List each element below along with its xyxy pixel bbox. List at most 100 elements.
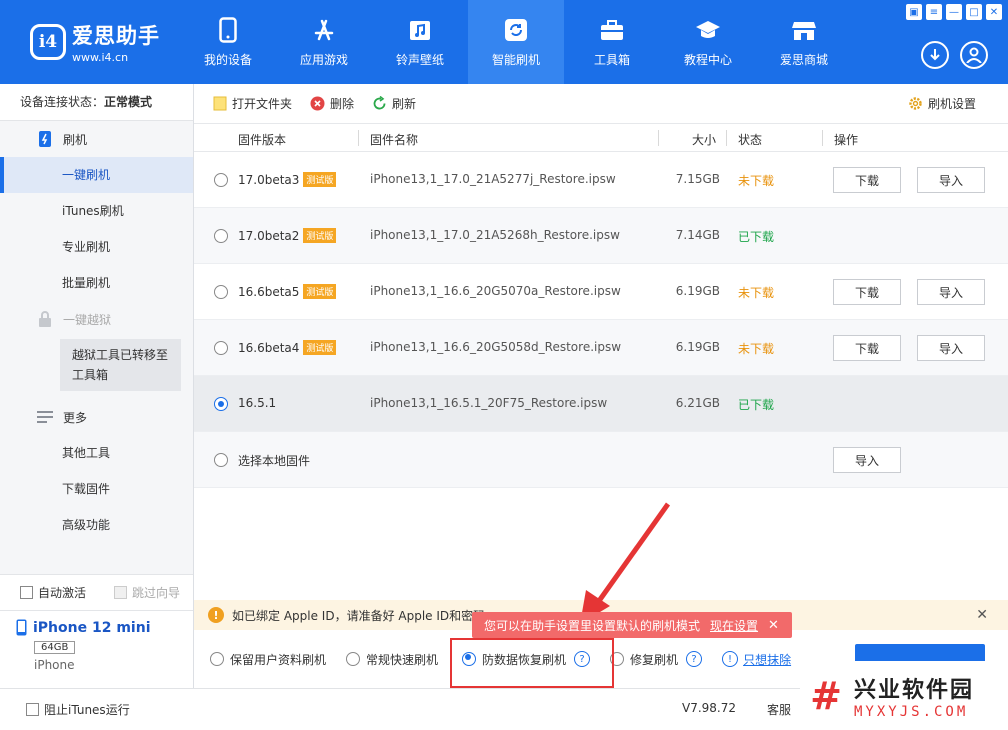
open-folder-button[interactable]: 打开文件夹	[212, 95, 292, 112]
table-row[interactable]: 16.6beta4 测试版 iPhone13,1_16.6_20G5058d_Re…	[194, 320, 1008, 376]
table-row[interactable]: 17.0beta2 测试版 iPhone13,1_17.0_21A5268h_Re…	[194, 208, 1008, 264]
device-card[interactable]: iPhone 12 mini 64GB iPhone	[0, 610, 193, 688]
sidebar-item-advanced[interactable]: 高级功能	[0, 507, 193, 543]
option-keep-data[interactable]: 保留用户资料刷机	[210, 651, 326, 668]
firmware-radio[interactable]	[214, 397, 228, 411]
flash-icon	[36, 130, 54, 148]
close-icon[interactable]: ✕	[768, 618, 779, 633]
skip-guide-label: 跳过向导	[132, 586, 181, 600]
block-itunes-checkbox[interactable]	[26, 703, 39, 716]
firmware-version: 17.0beta2	[238, 228, 300, 243]
firmware-status: 已下载	[738, 398, 775, 412]
option-label: 修复刷机	[630, 652, 679, 667]
firmware-size: 7.14GB	[675, 228, 720, 242]
sidebar-item-batch-flash[interactable]: 批量刷机	[0, 265, 193, 301]
customer-service-link[interactable]: 客服	[767, 701, 791, 718]
nav-smart-flash[interactable]: 智能刷机	[468, 0, 564, 84]
section-flash[interactable]: 刷机	[0, 121, 193, 157]
col-name: 固件名称	[370, 133, 419, 147]
nav-shop[interactable]: 爱思商城	[756, 0, 852, 84]
skin-icon[interactable]: ▣	[906, 4, 922, 20]
sidebar-item-other-tools[interactable]: 其他工具	[0, 435, 193, 471]
list-icon	[36, 408, 54, 426]
download-button[interactable]: 下载	[833, 335, 901, 361]
top-nav: 我的设备 应用游戏 铃声壁纸 智能刷机 工具箱 教程中心 爱思商城	[180, 0, 852, 84]
app-url: www.i4.cn	[72, 51, 129, 64]
delete-button[interactable]: 删除	[310, 95, 354, 112]
phone-icon	[215, 16, 241, 43]
table-row[interactable]: 16.6beta5 测试版 iPhone13,1_16.6_20G5070a_Re…	[194, 264, 1008, 320]
erase-only-link[interactable]: ! 只想抹除	[722, 651, 791, 668]
download-button[interactable]: 下载	[833, 279, 901, 305]
firmware-status: 未下载	[738, 342, 775, 356]
app-header: i4 爱思助手 www.i4.cn 我的设备 应用游戏 铃声壁纸 智能刷机 工具…	[0, 0, 1008, 84]
option-quick-flash[interactable]: 常规快速刷机	[346, 651, 438, 668]
firmware-radio[interactable]	[214, 229, 228, 243]
firmware-name: iPhone13,1_16.6_20G5070a_Restore.ipsw	[370, 284, 621, 298]
import-button[interactable]: 导入	[833, 447, 901, 473]
nav-tutorials[interactable]: 教程中心	[660, 0, 756, 84]
section-more[interactable]: 更多	[0, 399, 193, 435]
sidebar-item-pro-flash[interactable]: 专业刷机	[0, 229, 193, 265]
close-icon[interactable]: ✕	[986, 4, 1002, 20]
maximize-icon[interactable]: □	[966, 4, 982, 20]
import-button[interactable]: 导入	[917, 279, 985, 305]
app-name: 爱思助手	[72, 24, 160, 48]
firmware-radio[interactable]	[214, 173, 228, 187]
import-button[interactable]: 导入	[917, 335, 985, 361]
annotation-arrow	[580, 502, 671, 624]
sidebar-item-itunes-flash[interactable]: iTunes刷机	[0, 193, 193, 229]
table-row[interactable]: 16.5.1 iPhone13,1_16.5.1_20F75_Restore.i…	[194, 376, 1008, 432]
sidebar-item-one-click-flash[interactable]: 一键刷机	[0, 157, 193, 193]
beta-badge: 测试版	[303, 284, 337, 299]
beta-badge: 测试版	[303, 340, 337, 355]
sidebar-item-download-firmware[interactable]: 下载固件	[0, 471, 193, 507]
local-firmware-row[interactable]: 选择本地固件 导入	[194, 432, 1008, 488]
menu-icon[interactable]: ≡	[926, 4, 942, 20]
option-repair-flash[interactable]: 修复刷机 ?	[610, 651, 703, 668]
beta-badge: 测试版	[303, 172, 337, 187]
firmware-radio[interactable]	[214, 341, 228, 355]
nav-toolbox[interactable]: 工具箱	[564, 0, 660, 84]
table-row[interactable]: 17.0beta3 测试版 iPhone13,1_17.0_21A5277j_Re…	[194, 152, 1008, 208]
user-icon[interactable]	[960, 41, 988, 69]
nav-ringtones[interactable]: 铃声壁纸	[372, 0, 468, 84]
option-label: 常规快速刷机	[366, 652, 439, 667]
app-store-icon	[311, 17, 337, 43]
import-button[interactable]: 导入	[917, 167, 985, 193]
close-icon[interactable]: ✕	[976, 607, 988, 623]
firmware-radio[interactable]	[214, 285, 228, 299]
set-now-link[interactable]: 现在设置	[710, 617, 758, 634]
nav-label: 教程中心	[683, 52, 732, 67]
apple-id-notice-text: 如已绑定 Apple ID，请准备好 Apple ID和密码	[232, 608, 486, 623]
col-action: 操作	[834, 133, 859, 147]
refresh-icon	[372, 96, 387, 111]
firmware-status: 未下载	[738, 174, 775, 188]
section-jailbreak-label: 一键越狱	[63, 312, 112, 327]
watermark-url: MYXYJS.COM	[854, 703, 969, 720]
local-firmware-radio[interactable]	[214, 453, 228, 467]
section-more-label: 更多	[63, 410, 88, 425]
sidebar: 设备连接状态：正常模式 刷机 一键刷机 iTunes刷机 专业刷机 批量刷机 一…	[0, 84, 194, 688]
firmware-version: 16.6beta4	[238, 340, 300, 355]
info-icon: !	[722, 651, 739, 667]
nav-my-device[interactable]: 我的设备	[180, 0, 276, 84]
nav-apps[interactable]: 应用游戏	[276, 0, 372, 84]
app-version: V7.98.72	[682, 701, 737, 715]
auto-activate-checkbox[interactable]	[20, 586, 33, 599]
logo-mark: i4	[30, 24, 66, 60]
device-capacity: 64GB	[34, 641, 76, 654]
refresh-button[interactable]: 刷新	[372, 95, 416, 112]
radio-quick-flash[interactable]	[346, 652, 361, 666]
sidebar-options: 自动激活 跳过向导	[0, 574, 193, 610]
download-button[interactable]: 下载	[833, 167, 901, 193]
download-icon[interactable]	[921, 41, 949, 69]
device-connection-status: 设备连接状态：正常模式	[0, 84, 193, 121]
firmware-size: 6.19GB	[675, 284, 720, 298]
watermark: # 兴业软件园 MYXYJS.COM	[800, 661, 1008, 730]
flash-settings-button[interactable]: 刷机设置	[908, 95, 976, 112]
help-icon[interactable]: ?	[686, 651, 703, 667]
minimize-icon[interactable]: —	[946, 4, 962, 20]
col-status: 状态	[738, 133, 763, 147]
radio-keep-data[interactable]	[210, 652, 224, 666]
